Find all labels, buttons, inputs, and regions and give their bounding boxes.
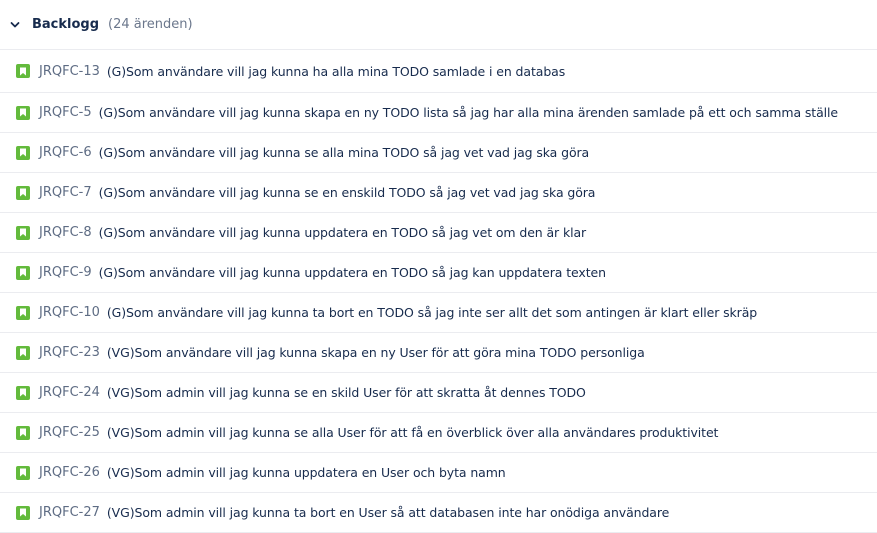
issue-summary: (G)Som användare vill jag kunna skapa en… — [98, 105, 838, 120]
issue-row[interactable]: JRQFC-26 (VG)Som admin vill jag kunna upp… — [0, 453, 877, 493]
story-bookmark-icon — [16, 385, 30, 400]
story-bookmark-icon — [16, 265, 30, 280]
story-bookmark-icon — [16, 145, 30, 160]
story-bookmark-icon — [16, 465, 30, 480]
issue-row[interactable]: JRQFC-5 (G)Som användare vill jag kunna s… — [0, 93, 877, 133]
issue-row[interactable]: JRQFC-8 (G)Som användare vill jag kunna u… — [0, 213, 877, 253]
issue-key[interactable]: JRQFC-25 — [39, 425, 100, 440]
issue-key[interactable]: JRQFC-26 — [39, 465, 100, 480]
issue-count: (24 ärenden) — [108, 17, 193, 32]
issue-row[interactable]: JRQFC-10 (G)Som användare vill jag kunna … — [0, 293, 877, 333]
story-bookmark-icon — [16, 185, 30, 200]
issue-key[interactable]: JRQFC-6 — [39, 145, 92, 160]
issue-summary: (VG)Som admin vill jag kunna uppdatera e… — [106, 465, 506, 480]
issue-row[interactable]: JRQFC-23 (VG)Som användare vill jag kunna… — [0, 333, 877, 373]
backlog-header[interactable]: Backlogg (24 ärenden) — [0, 0, 877, 50]
story-bookmark-icon — [16, 305, 30, 320]
story-bookmark-icon — [16, 64, 30, 78]
issue-summary: (G)Som användare vill jag kunna se alla … — [98, 145, 590, 160]
issue-summary: (G)Som användare vill jag kunna uppdater… — [98, 225, 587, 240]
issue-key[interactable]: JRQFC-10 — [39, 305, 100, 320]
issue-key[interactable]: JRQFC-5 — [39, 105, 92, 120]
issue-row[interactable]: JRQFC-7 (G)Som användare vill jag kunna s… — [0, 173, 877, 213]
issue-key[interactable]: JRQFC-24 — [39, 385, 100, 400]
issue-row[interactable]: JRQFC-25 (VG)Som admin vill jag kunna se … — [0, 413, 877, 453]
issue-key[interactable]: JRQFC-27 — [39, 505, 100, 520]
story-bookmark-icon — [16, 225, 30, 240]
issue-row[interactable]: JRQFC-24 (VG)Som admin vill jag kunna se … — [0, 373, 877, 413]
issue-summary: (G)Som användare vill jag kunna se en en… — [98, 185, 596, 200]
story-bookmark-icon — [16, 425, 30, 440]
issue-summary: (VG)Som admin vill jag kunna se en skild… — [106, 385, 586, 400]
backlog-title: Backlogg — [32, 17, 100, 32]
issue-row[interactable]: JRQFC-9 (G)Som användare vill jag kunna u… — [0, 253, 877, 293]
issue-key[interactable]: JRQFC-7 — [39, 185, 92, 200]
issue-summary: (G)Som användare vill jag kunna ta bort … — [106, 305, 758, 320]
issue-key[interactable]: JRQFC-13 — [39, 64, 100, 79]
issue-summary: (VG)Som admin vill jag kunna ta bort en … — [106, 505, 670, 520]
chevron-down-icon[interactable] — [8, 18, 22, 32]
issue-summary: (VG)Som användare vill jag kunna skapa e… — [106, 345, 645, 360]
issue-row[interactable]: JRQFC-6 (G)Som användare vill jag kunna s… — [0, 133, 877, 173]
issue-summary: (VG)Som admin vill jag kunna se alla Use… — [106, 425, 719, 440]
issue-row[interactable]: JRQFC-13 (G)Som användare vill jag kunna … — [0, 50, 877, 93]
story-bookmark-icon — [16, 105, 30, 120]
issue-key[interactable]: JRQFC-9 — [39, 265, 92, 280]
backlog-section: Backlogg (24 ärenden) JRQFC-13 (G)Som anv… — [0, 0, 877, 533]
issue-row[interactable]: JRQFC-27 (VG)Som admin vill jag kunna ta … — [0, 493, 877, 533]
issue-key[interactable]: JRQFC-23 — [39, 345, 100, 360]
issue-key[interactable]: JRQFC-8 — [39, 225, 92, 240]
issue-summary: (G)Som användare vill jag kunna ha alla … — [106, 63, 566, 79]
issue-list: JRQFC-13 (G)Som användare vill jag kunna … — [0, 50, 877, 533]
issue-summary: (G)Som användare vill jag kunna uppdater… — [98, 265, 606, 280]
story-bookmark-icon — [16, 505, 30, 520]
story-bookmark-icon — [16, 345, 30, 360]
